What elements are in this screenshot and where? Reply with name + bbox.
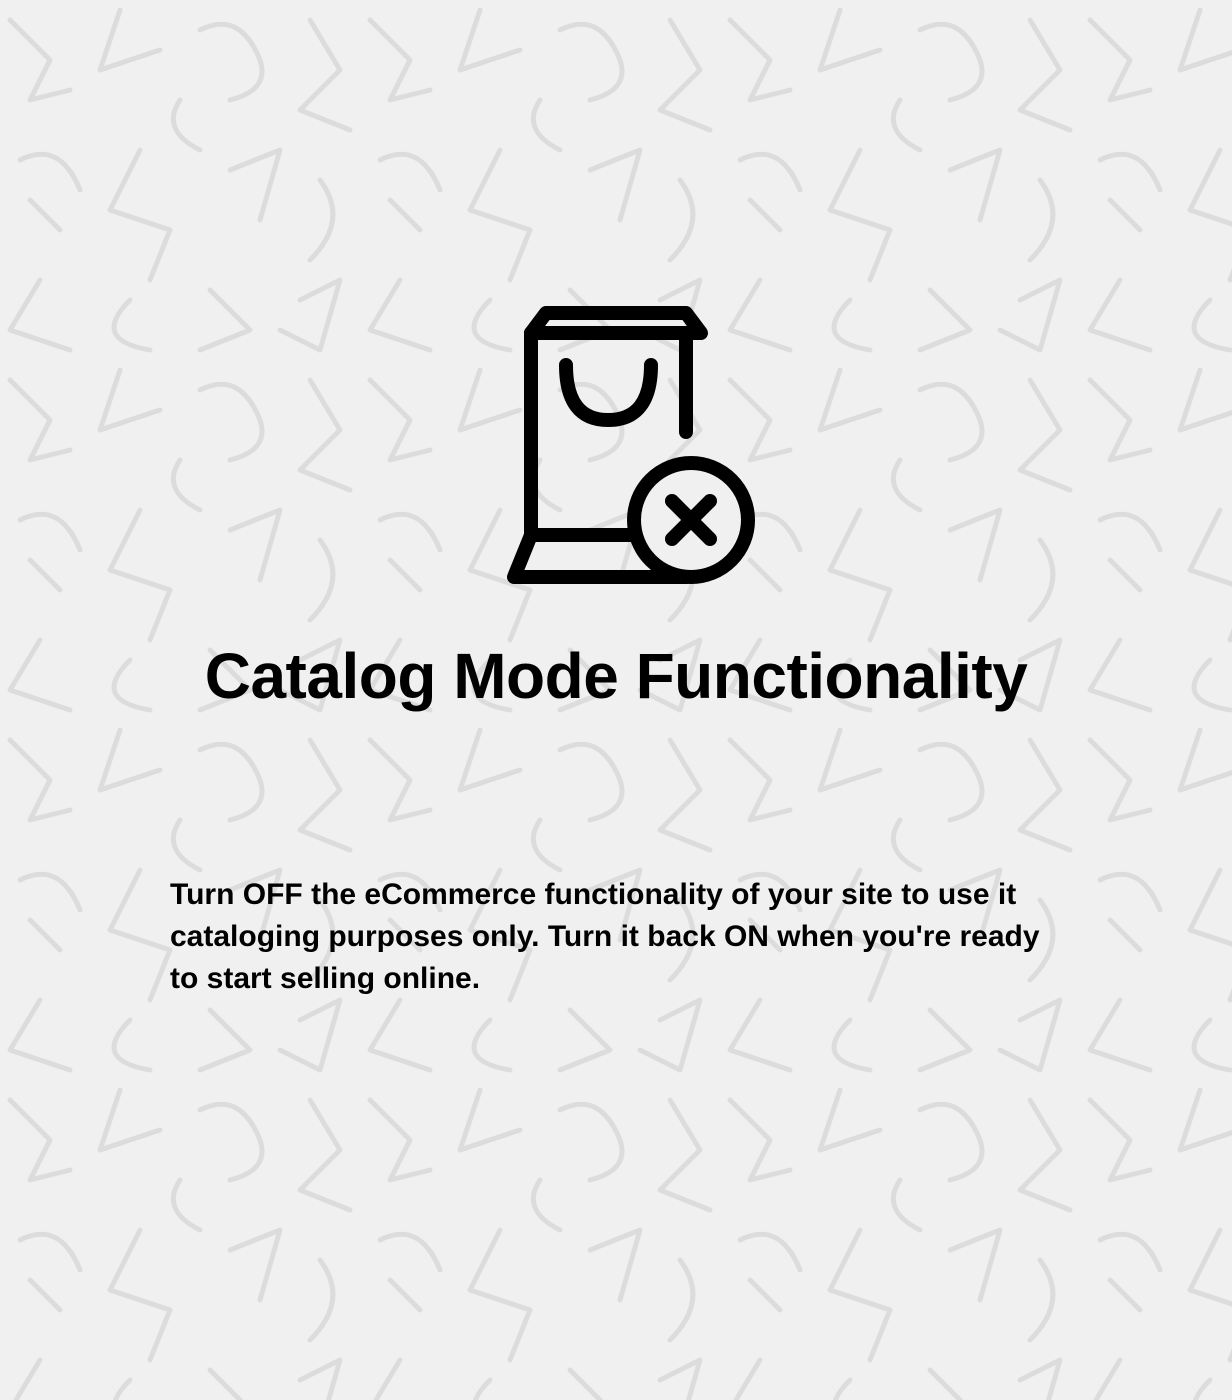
page-title: Catalog Mode Functionality [205, 640, 1028, 714]
shopping-bag-x-icon [476, 305, 756, 585]
page-description: Turn OFF the eCommerce functionality of … [0, 874, 1232, 1000]
